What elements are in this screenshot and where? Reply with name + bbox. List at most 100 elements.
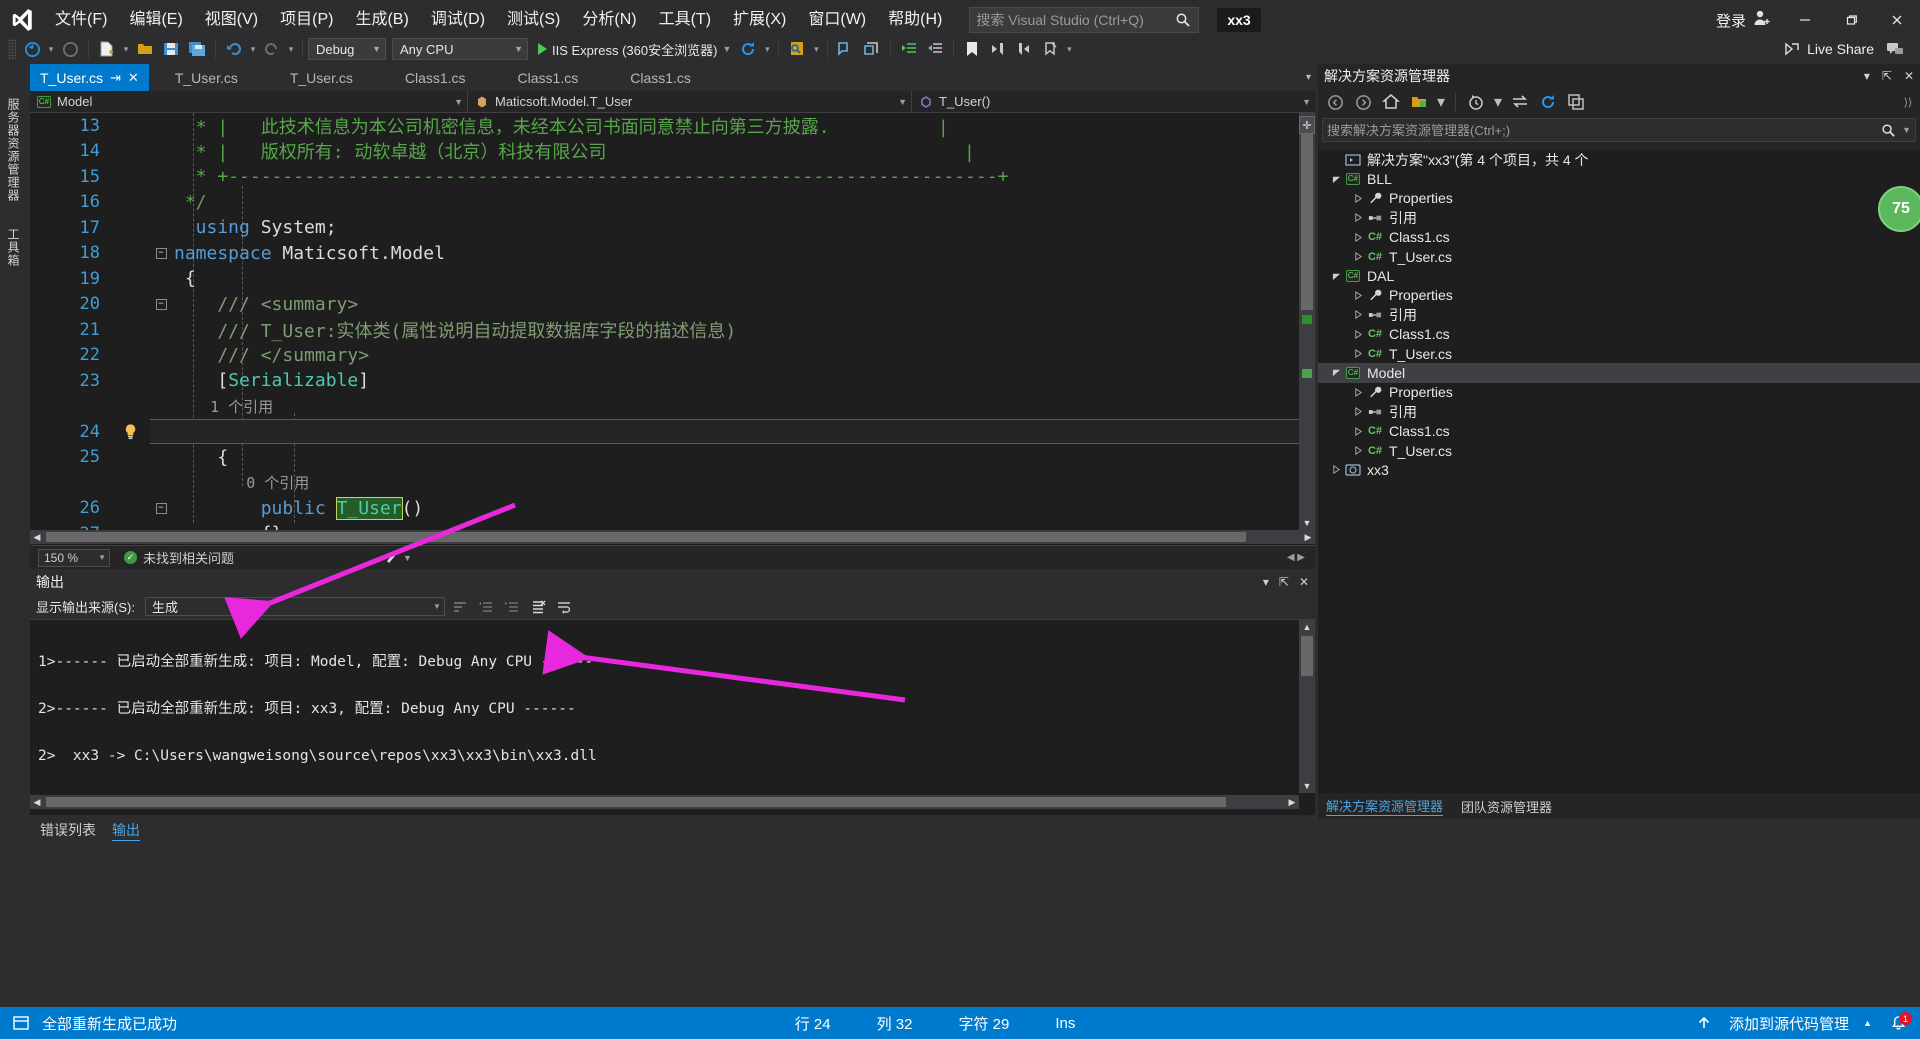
tree-node[interactable]: C# DAL bbox=[1318, 266, 1920, 285]
document-tab-class1-1[interactable]: Class1.cs bbox=[378, 64, 492, 91]
output-vertical-scrollbar[interactable]: ▲ ▼ bbox=[1299, 620, 1315, 793]
output-dropdown-icon[interactable]: ▾ bbox=[1263, 575, 1269, 589]
toolbar-grip[interactable] bbox=[8, 39, 16, 59]
sign-in-button[interactable]: 登录 bbox=[1706, 8, 1782, 32]
code-editor[interactable]: 13 * | 此技术信息为本公司机密信息，未经本公司书面同意禁止向第三方披露. … bbox=[30, 113, 1315, 544]
pin-icon[interactable]: ⇱ bbox=[1882, 69, 1892, 83]
editor-vertical-scrollbar[interactable] bbox=[1299, 113, 1315, 530]
chevron-up-icon[interactable]: ▲ bbox=[1863, 1018, 1872, 1028]
scroll-up-arrow-icon[interactable]: ▲ bbox=[1299, 620, 1315, 634]
pin-icon[interactable]: ⇥ bbox=[110, 70, 121, 86]
scroll-right-arrow-icon[interactable]: ▶ bbox=[1285, 795, 1299, 809]
code-line[interactable]: 24− public partial class T_User bbox=[30, 419, 1315, 445]
clear-bookmarks-icon[interactable] bbox=[1037, 36, 1063, 62]
next-bookmark-icon[interactable] bbox=[1011, 36, 1037, 62]
undo-caret-icon[interactable]: ▾ bbox=[247, 36, 259, 62]
undo-icon[interactable] bbox=[221, 36, 247, 62]
navigate-back-icon[interactable] bbox=[19, 36, 45, 62]
document-tab-t-user-2[interactable]: T_User.cs bbox=[148, 64, 264, 91]
output-scroll-thumb[interactable] bbox=[1301, 636, 1313, 676]
output-source-combo[interactable]: 生成 ▼ bbox=[144, 597, 445, 616]
solution-tree[interactable]: 解决方案"xx3"(第 4 个项目，共 4 个 C# BLL Properties 引用… bbox=[1318, 150, 1920, 793]
tree-node[interactable]: C# Class1.cs bbox=[1318, 421, 1920, 440]
nav-type-dropdown[interactable]: Maticsoft.Model.T_User ▼ bbox=[468, 91, 911, 113]
find-caret-icon[interactable]: ▾ bbox=[810, 36, 822, 62]
code-line[interactable]: 22 /// </summary> bbox=[30, 343, 1315, 369]
build-configuration-combo[interactable]: Debug ▼ bbox=[308, 38, 386, 60]
chevron-right-icon[interactable] bbox=[1350, 423, 1366, 439]
pin-icon[interactable]: ⇱ bbox=[1279, 575, 1289, 589]
chevron-down-icon[interactable] bbox=[1328, 268, 1344, 284]
tree-node[interactable]: Properties bbox=[1318, 286, 1920, 305]
solution-explorer-search[interactable]: ▼ bbox=[1322, 118, 1916, 142]
chevron-down-icon[interactable]: ▾ bbox=[1491, 90, 1505, 114]
editor-scroll-thumb[interactable] bbox=[1301, 125, 1313, 310]
chevron-right-icon[interactable] bbox=[1350, 287, 1366, 303]
editor-horizontal-scrollbar[interactable]: ◀ ▶ bbox=[30, 530, 1315, 544]
code-line[interactable]: 15 * +----------------------------------… bbox=[30, 164, 1315, 190]
add-to-source-control-label[interactable]: 添加到源代码管理 bbox=[1729, 1013, 1849, 1034]
tree-node[interactable]: 引用 bbox=[1318, 208, 1920, 227]
navigate-back-caret-icon[interactable]: ▾ bbox=[45, 36, 57, 62]
platform-combo[interactable]: Any CPU ▼ bbox=[392, 38, 528, 60]
feedback-icon[interactable] bbox=[1882, 36, 1908, 62]
fold-toggle-icon[interactable]: − bbox=[150, 298, 172, 310]
tab-team-explorer[interactable]: 团队资源管理器 bbox=[1461, 797, 1552, 816]
upload-icon[interactable] bbox=[1693, 1012, 1715, 1034]
tree-node[interactable]: C# Class1.cs bbox=[1318, 228, 1920, 247]
toggle-bookmark-icon[interactable] bbox=[959, 36, 985, 62]
redo-caret-icon[interactable]: ▾ bbox=[285, 36, 297, 62]
tree-node[interactable]: C# T_User.cs bbox=[1318, 344, 1920, 363]
zoom-level-combo[interactable]: 150 % ▼ bbox=[38, 548, 110, 567]
refresh-icon[interactable] bbox=[735, 36, 761, 62]
output-hscroll-thumb[interactable] bbox=[46, 797, 1226, 807]
start-debug-button[interactable]: IIS Express (360安全浏览器) ▼ bbox=[534, 40, 735, 59]
scroll-down-arrow-icon[interactable]: ▼ bbox=[1299, 779, 1315, 793]
nav-member-dropdown[interactable]: T_User() ▼ bbox=[912, 91, 1315, 113]
show-all-files-icon[interactable] bbox=[1406, 90, 1432, 114]
save-all-icon[interactable] bbox=[184, 36, 210, 62]
tree-node[interactable]: Properties bbox=[1318, 383, 1920, 402]
chevron-right-icon[interactable] bbox=[1350, 307, 1366, 323]
chevron-right-icon[interactable] bbox=[1350, 190, 1366, 206]
close-icon[interactable]: ✕ bbox=[128, 70, 139, 86]
uncomment-selection-icon[interactable] bbox=[859, 36, 885, 62]
tree-node[interactable]: xx3 bbox=[1318, 460, 1920, 479]
refresh-caret-icon[interactable]: ▾ bbox=[761, 36, 773, 62]
document-tab-class1-2[interactable]: Class1.cs bbox=[491, 64, 605, 91]
document-tab-t-user-active[interactable]: T_User.cs ⇥ ✕ bbox=[30, 64, 149, 91]
output-text-area[interactable]: 1>------ 已启动全部重新生成: 项目: Model, 配置: Debug… bbox=[30, 620, 1315, 793]
tab-output[interactable]: 输出 bbox=[112, 820, 140, 841]
editor-hscroll-thumb[interactable] bbox=[46, 532, 1246, 542]
chevron-down-icon[interactable] bbox=[1328, 171, 1344, 187]
find-in-files-icon[interactable] bbox=[784, 36, 810, 62]
code-line[interactable]: 18 − namespace Maticsoft.Model bbox=[30, 241, 1315, 267]
chevron-right-icon[interactable] bbox=[1328, 462, 1344, 478]
tree-node[interactable]: C# T_User.cs bbox=[1318, 247, 1920, 266]
tab-error-list[interactable]: 错误列表 bbox=[40, 820, 96, 840]
code-line[interactable]: 26 − public T_User() bbox=[30, 496, 1315, 522]
code-line[interactable]: 21 /// T_User:实体类(属性说明自动提取数据库字段的描述信息) bbox=[30, 317, 1315, 343]
refresh-icon[interactable] bbox=[1535, 90, 1561, 114]
tree-node[interactable]: 引用 bbox=[1318, 402, 1920, 421]
chevron-right-icon[interactable] bbox=[1350, 443, 1366, 459]
split-view-handle[interactable]: ✛ bbox=[1299, 116, 1315, 134]
code-line[interactable]: 23 [Serializable] bbox=[30, 368, 1315, 394]
live-share-button[interactable]: Live Share bbox=[1783, 40, 1874, 58]
chevron-right-icon[interactable] bbox=[1350, 229, 1366, 245]
code-line[interactable]: 20 − /// <summary> bbox=[30, 292, 1315, 318]
tree-node[interactable]: 解决方案"xx3"(第 4 个项目，共 4 个 bbox=[1318, 150, 1920, 169]
document-tab-class1-3[interactable]: Class1.cs bbox=[604, 64, 717, 91]
code-cleanup-button[interactable]: ▼ bbox=[384, 551, 412, 565]
chevron-right-icon[interactable] bbox=[1350, 346, 1366, 362]
tree-node[interactable]: C# BLL bbox=[1318, 169, 1920, 188]
home-icon[interactable] bbox=[1378, 90, 1404, 114]
close-icon[interactable]: ✕ bbox=[1904, 69, 1914, 83]
nav-project-dropdown[interactable]: C# Model ▼ bbox=[30, 91, 467, 113]
clear-output-icon[interactable] bbox=[527, 596, 549, 618]
tab-overflow-button[interactable]: ▾ bbox=[1306, 64, 1315, 91]
fold-toggle-icon[interactable]: − bbox=[150, 247, 172, 259]
go-to-previous-message-icon[interactable] bbox=[475, 596, 497, 618]
chevron-right-icon[interactable] bbox=[1350, 404, 1366, 420]
code-line[interactable]: 13 * | 此技术信息为本公司机密信息，未经本公司书面同意禁止向第三方披露. … bbox=[30, 113, 1315, 139]
